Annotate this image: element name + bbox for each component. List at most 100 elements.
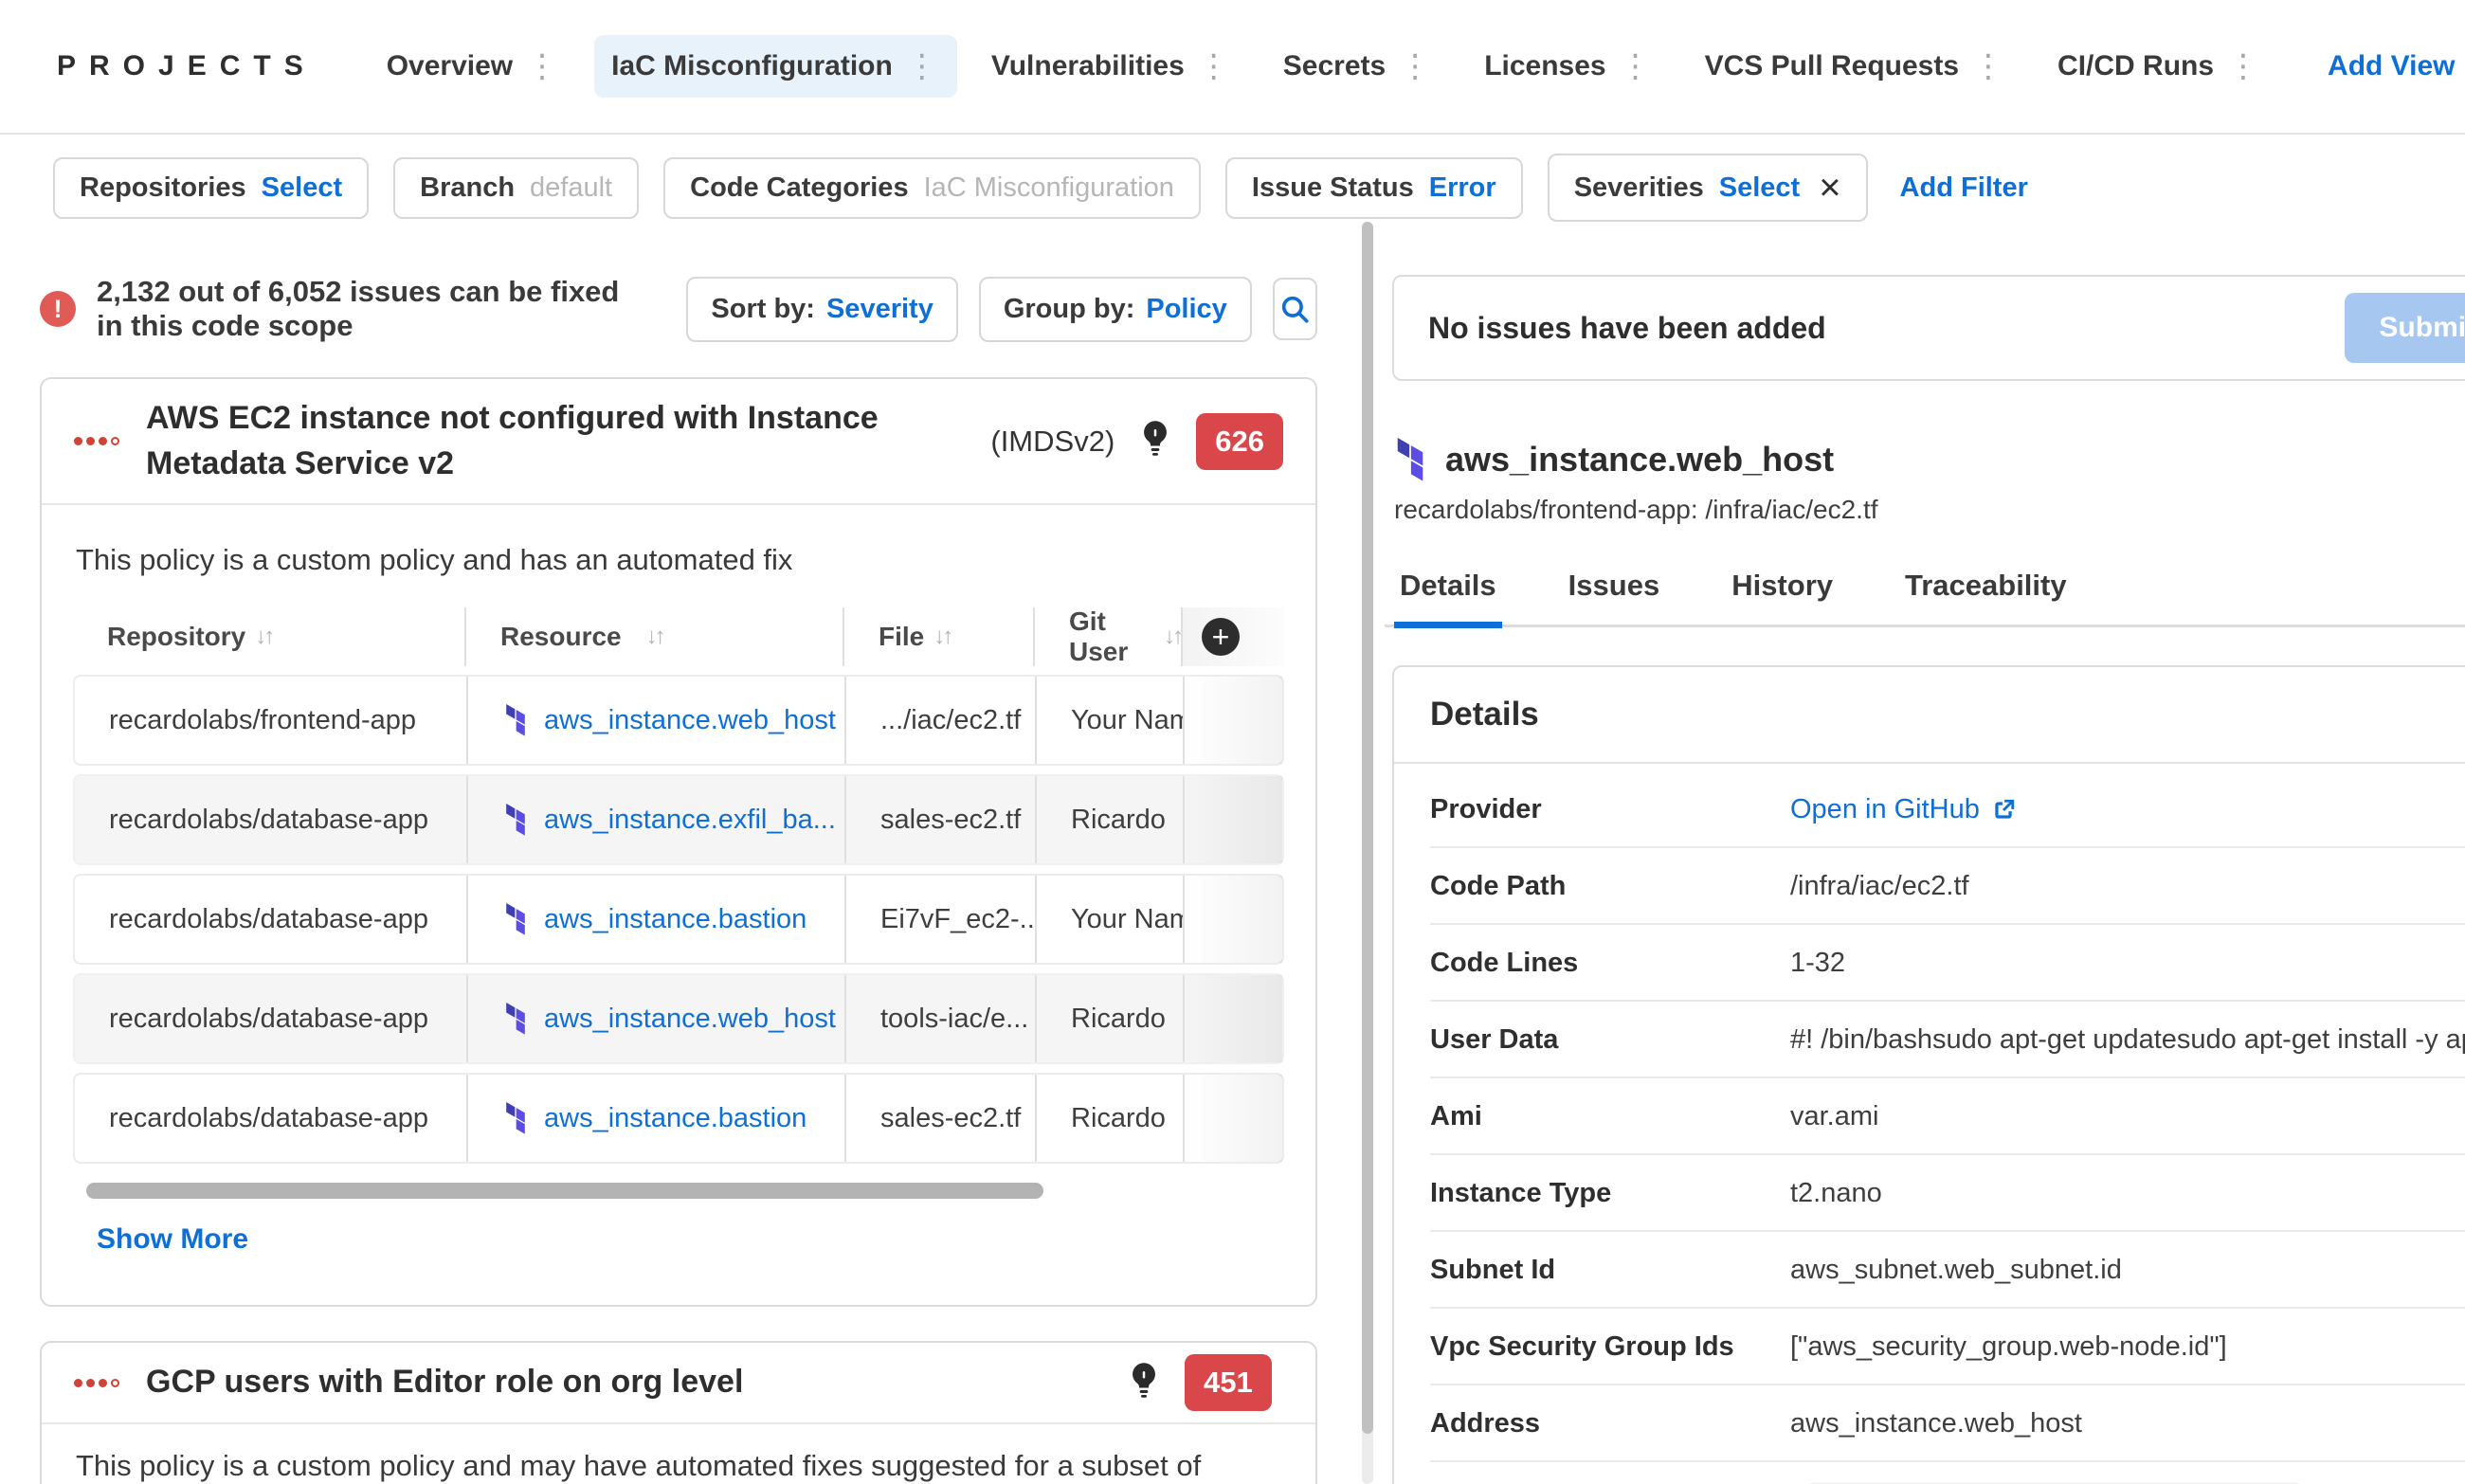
- policy-card-gcp-editor: GCP users with Editor role on org level …: [40, 1341, 1317, 1484]
- horizontal-scrollbar[interactable]: [86, 1183, 1043, 1200]
- terraform-icon: [506, 1102, 525, 1134]
- fixable-issues-summary: 2,132 out of 6,052 issues can be fixed i…: [97, 275, 620, 342]
- sort-icon[interactable]: ↓↑: [1164, 624, 1181, 650]
- detail-row-code-lines: Code Lines 1-32: [1430, 925, 2465, 1002]
- policy-card-header[interactable]: GCP users with Editor role on org level …: [42, 1343, 1315, 1425]
- terraform-icon: [506, 804, 525, 836]
- add-view-link[interactable]: Add View: [2328, 50, 2455, 82]
- external-link-icon: [1995, 799, 2015, 819]
- sort-by-control[interactable]: Sort by: Severity: [686, 276, 958, 342]
- resource-link[interactable]: aws_instance.bastion: [544, 1103, 807, 1134]
- tab-overview[interactable]: Overview ⋮: [370, 35, 577, 98]
- tab-licenses[interactable]: Licenses ⋮: [1467, 35, 1670, 98]
- kebab-menu-icon[interactable]: ⋮: [1196, 50, 1232, 82]
- tab-issues[interactable]: Issues: [1563, 569, 1666, 628]
- sort-icon[interactable]: ↓↑: [255, 624, 275, 650]
- column-header-file[interactable]: File ↓↑: [843, 607, 1033, 667]
- details-heading: Details: [1394, 667, 2465, 764]
- filter-bar: Repositories Select Branch default Code …: [0, 135, 2465, 222]
- tab-secrets[interactable]: Secrets ⋮: [1266, 35, 1450, 98]
- app-window: PROJECTS Overview ⋮ IaC Misconfiguration…: [0, 0, 2465, 1484]
- policy-description: This policy is a custom policy and has a…: [76, 543, 793, 577]
- top-navigation: PROJECTS Overview ⋮ IaC Misconfiguration…: [0, 0, 2465, 135]
- column-header-repository[interactable]: Repository ↓↑: [73, 607, 464, 666]
- search-button[interactable]: [1272, 278, 1317, 340]
- resource-name: aws_instance.web_host: [1445, 440, 1835, 479]
- tab-details[interactable]: Details: [1394, 569, 1502, 628]
- show-more-link[interactable]: Show More: [42, 1199, 1315, 1305]
- tab-traceability[interactable]: Traceability: [1899, 569, 2073, 628]
- policy-card-imdsv2: AWS EC2 instance not configured with Ins…: [40, 377, 1317, 1308]
- detail-row-code-path: Code Path /infra/iac/ec2.tf: [1430, 848, 2465, 925]
- policy-title: GCP users with Editor role on org level: [146, 1364, 744, 1401]
- filter-code-categories[interactable]: Code Categories IaC Misconfiguration: [663, 156, 1201, 219]
- table-row[interactable]: recardolabs/database-app aws_instance.ba…: [73, 1073, 1284, 1165]
- detail-row-user-data: User Data #! /bin/bashsudo apt-get updat…: [1430, 1002, 2465, 1078]
- policy-card-header[interactable]: AWS EC2 instance not configured with Ins…: [42, 379, 1315, 506]
- submit-button[interactable]: Submit: [2345, 293, 2465, 363]
- table-header-gutter: +: [1181, 607, 1284, 667]
- added-issues-banner: No issues have been added Submit: [1392, 275, 2465, 381]
- kebab-menu-icon[interactable]: ⋮: [1970, 50, 2006, 82]
- sort-icon[interactable]: ↓↑: [646, 624, 666, 650]
- terraform-icon: [1397, 438, 1423, 481]
- detail-tabs: Details Issues History Traceability: [1385, 569, 2465, 628]
- resource-link[interactable]: aws_instance.bastion: [544, 904, 807, 935]
- table-row[interactable]: recardolabs/frontend-app aws_instance.we…: [73, 675, 1284, 767]
- terraform-icon: [506, 1003, 525, 1035]
- kebab-menu-icon[interactable]: ⋮: [524, 50, 560, 82]
- kebab-menu-icon[interactable]: ⋮: [904, 50, 940, 82]
- filter-severities[interactable]: Severities Select ×: [1547, 154, 1868, 222]
- terraform-icon: [506, 704, 525, 736]
- column-header-resource[interactable]: Resource ↓↑: [464, 607, 843, 667]
- issues-summary-row: ! 2,132 out of 6,052 issues can be fixed…: [40, 275, 1317, 343]
- severity-high-icon: [74, 437, 119, 446]
- column-header-git-user[interactable]: Git User ↓↑: [1033, 607, 1181, 667]
- detail-row-ami: Ami var.ami: [1430, 1078, 2465, 1155]
- kebab-menu-icon[interactable]: ⋮: [1397, 50, 1433, 82]
- issues-table: Repository ↓↑ Resource ↓↑ File ↓↑ Git User ↓…: [73, 607, 1284, 1200]
- kebab-menu-icon[interactable]: ⋮: [1618, 50, 1654, 82]
- filter-repositories[interactable]: Repositories Select: [53, 156, 370, 219]
- lightbulb-icon[interactable]: [1141, 420, 1169, 462]
- remove-filter-icon[interactable]: ×: [1819, 169, 1840, 207]
- vertical-scrollbar[interactable]: [1362, 222, 1373, 1484]
- resource-link[interactable]: aws_instance.web_host: [544, 1004, 836, 1035]
- tab-vulnerabilities[interactable]: Vulnerabilities ⋮: [974, 35, 1249, 98]
- detail-row-vpc-security-group-ids: Vpc Security Group Ids ["aws_security_gr…: [1430, 1309, 2465, 1385]
- detail-row-provider: Provider Open in GitHub: [1430, 771, 2465, 848]
- projects-logo: PROJECTS: [57, 50, 317, 81]
- filter-issue-status[interactable]: Issue Status Error: [1224, 156, 1523, 219]
- detail-row-address: Address aws_instance.web_host: [1430, 1385, 2465, 1462]
- open-in-github-link[interactable]: Open in GitHub: [1790, 794, 2465, 825]
- no-issues-message: No issues have been added: [1428, 310, 1826, 345]
- resource-header: aws_instance.web_host recardolabs/fronte…: [1394, 438, 2465, 525]
- group-by-control[interactable]: Group by: Policy: [978, 276, 1252, 342]
- sort-icon[interactable]: ↓↑: [933, 624, 953, 650]
- lightbulb-icon[interactable]: [1130, 1362, 1158, 1404]
- table-row[interactable]: recardolabs/database-app aws_instance.ex…: [73, 774, 1284, 866]
- search-icon: [1282, 296, 1309, 323]
- filter-branch[interactable]: Branch default: [393, 156, 640, 219]
- table-row[interactable]: recardolabs/database-app aws_instance.we…: [73, 973, 1284, 1065]
- resource-path: recardolabs/frontend-app: /infra/iac/ec2…: [1394, 495, 1878, 524]
- policy-description: This policy is a custom policy and may h…: [76, 1449, 1202, 1484]
- tab-history[interactable]: History: [1726, 569, 1839, 628]
- add-column-button[interactable]: +: [1202, 618, 1240, 657]
- policy-title-suffix: (IMDSv2): [990, 424, 1115, 458]
- tab-iac-misconfiguration[interactable]: IaC Misconfiguration ⋮: [594, 35, 957, 98]
- add-filter-link[interactable]: Add Filter: [1900, 172, 2028, 204]
- severity-high-icon: [74, 1378, 119, 1387]
- resource-link[interactable]: aws_instance.web_host: [544, 705, 836, 736]
- tab-vcs-pull-requests[interactable]: VCS Pull Requests ⋮: [1688, 35, 2023, 98]
- table-row[interactable]: recardolabs/database-app aws_instance.ba…: [73, 874, 1284, 966]
- issues-table-header: Repository ↓↑ Resource ↓↑ File ↓↑ Git User ↓…: [73, 607, 1284, 667]
- resource-link[interactable]: aws_instance.exfil_ba...: [544, 805, 836, 836]
- tab-cicd-runs[interactable]: CI/CD Runs ⋮: [2040, 35, 2278, 98]
- terraform-icon: [506, 903, 525, 935]
- detail-row-tags: Tags Name: "local.resource_prefix.value-…: [1430, 1462, 2465, 1484]
- kebab-menu-icon[interactable]: ⋮: [2225, 50, 2261, 82]
- alert-icon: !: [40, 291, 76, 327]
- detail-row-instance-type: Instance Type t2.nano: [1430, 1155, 2465, 1232]
- main-content: ! 2,132 out of 6,052 issues can be fixed…: [0, 222, 2465, 1484]
